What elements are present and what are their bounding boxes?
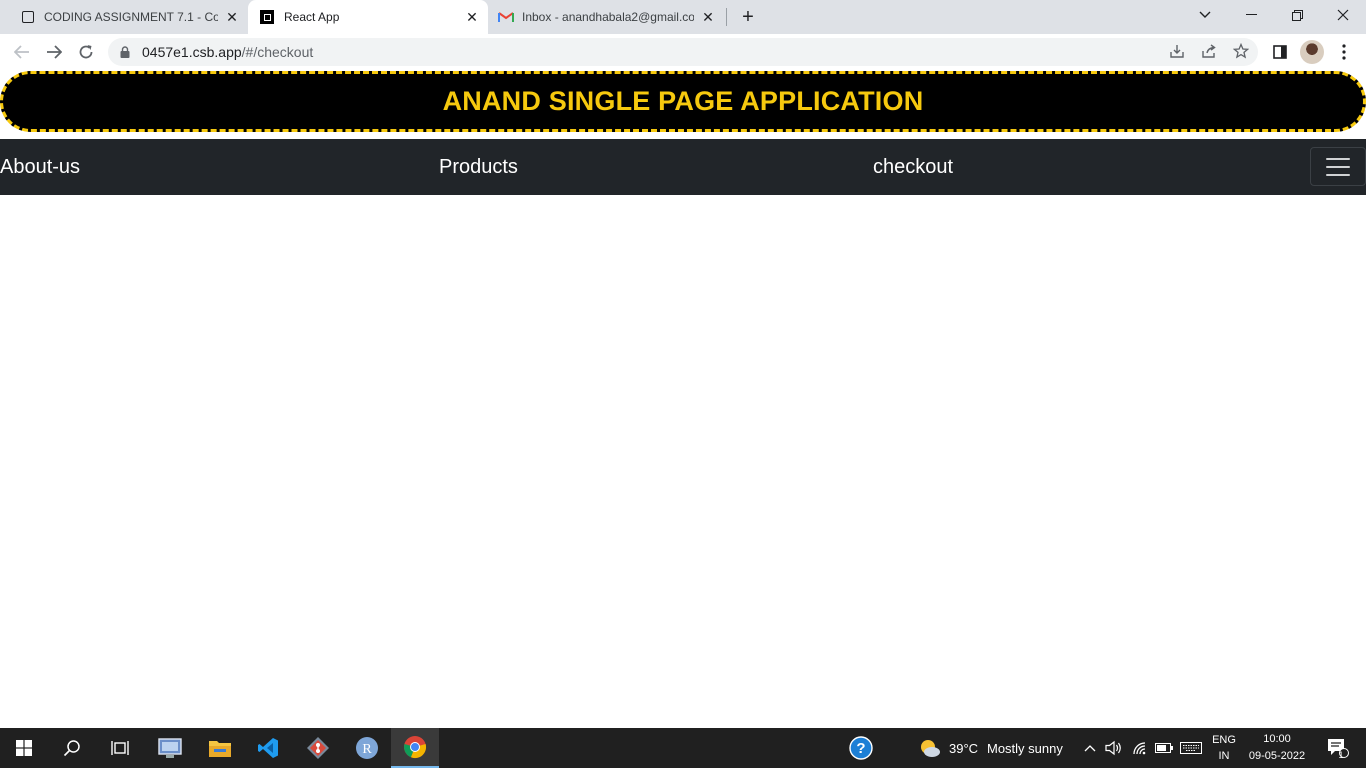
gmail-icon xyxy=(498,12,514,22)
weather-text[interactable]: Mostly sunny xyxy=(987,741,1063,756)
svg-text:R: R xyxy=(362,742,372,757)
back-icon[interactable] xyxy=(8,38,36,66)
volume-icon[interactable] xyxy=(1101,728,1127,768)
tab-search-icon[interactable] xyxy=(1182,0,1228,30)
bookmark-star-icon[interactable] xyxy=(1232,42,1250,60)
browser-toolbar: 0457e1.csb.app/#/checkout xyxy=(0,34,1366,70)
weather-sunny-icon[interactable] xyxy=(906,728,954,768)
close-window-icon[interactable] xyxy=(1320,0,1366,30)
wifi-icon[interactable] xyxy=(1127,728,1153,768)
main-navbar: About-us Products checkout xyxy=(0,139,1366,195)
page-title: ANAND SINGLE PAGE APPLICATION xyxy=(442,86,924,116)
reload-icon[interactable] xyxy=(72,38,100,66)
restore-icon[interactable] xyxy=(1274,0,1320,30)
notification-count: 1 xyxy=(1338,750,1344,760)
file-explorer-icon[interactable] xyxy=(196,728,244,768)
weather-temp[interactable]: 39°C xyxy=(949,741,978,756)
side-panel-icon[interactable] xyxy=(1266,38,1294,66)
tab-strip: CODING ASSIGNMENT 7.1 - CodeSandbox ✕ Re… xyxy=(0,0,1366,34)
git-icon[interactable] xyxy=(294,728,342,768)
hamburger-line xyxy=(1326,173,1350,176)
language-eng[interactable]: ENG xyxy=(1207,733,1241,748)
windows-start-icon[interactable] xyxy=(0,728,48,768)
address-bar[interactable]: 0457e1.csb.app/#/checkout xyxy=(108,38,1258,66)
clock-time[interactable]: 10:00 xyxy=(1244,732,1310,747)
url-text[interactable]: 0457e1.csb.app/#/checkout xyxy=(142,44,313,60)
svg-text:?: ? xyxy=(856,740,865,757)
tab-title: CODING ASSIGNMENT 7.1 - CodeSandbox xyxy=(44,10,218,24)
tab-react-app[interactable]: React App ✕ xyxy=(248,0,488,34)
clock-date[interactable]: 09-05-2022 xyxy=(1244,749,1310,764)
navbar-toggler-button[interactable] xyxy=(1310,147,1366,186)
url-path: /#/checkout xyxy=(241,44,314,60)
codesandbox-favicon-icon xyxy=(22,11,34,23)
tab-title: React App xyxy=(284,10,340,24)
chevron-up-icon[interactable] xyxy=(1076,728,1104,768)
new-tab-button[interactable]: + xyxy=(737,6,759,28)
task-view-icon[interactable] xyxy=(96,728,144,768)
close-tab-icon[interactable]: ✕ xyxy=(700,9,716,25)
chrome-icon[interactable] xyxy=(391,728,439,768)
tab-separator xyxy=(726,8,727,26)
browser-menu-icon[interactable] xyxy=(1330,38,1358,66)
hamburger-line xyxy=(1326,165,1350,168)
taskbar: R ? 39°C Mostly sunny ENG IN 10:00 09-05… xyxy=(0,728,1366,768)
tab-gmail[interactable]: Inbox - anandhabala2@gmail.com ✕ xyxy=(490,0,722,34)
battery-icon[interactable] xyxy=(1151,728,1177,768)
language-in[interactable]: IN xyxy=(1207,749,1241,764)
nav-link-about-us[interactable]: About-us xyxy=(0,156,80,178)
nav-link-checkout[interactable]: checkout xyxy=(873,156,953,178)
app-header: ANAND SINGLE PAGE APPLICATION xyxy=(0,71,1366,132)
close-tab-icon[interactable]: ✕ xyxy=(224,9,240,25)
react-app-favicon-icon xyxy=(260,10,274,24)
url-domain: 0457e1.csb.app xyxy=(142,44,242,60)
forward-icon[interactable] xyxy=(40,38,68,66)
close-tab-icon[interactable]: ✕ xyxy=(464,9,480,25)
tab-title: Inbox - anandhabala2@gmail.com xyxy=(522,10,694,24)
vscode-icon[interactable] xyxy=(244,728,292,768)
nav-link-products[interactable]: Products xyxy=(439,156,518,178)
profile-avatar[interactable] xyxy=(1300,40,1324,64)
hamburger-line xyxy=(1326,157,1350,160)
minimize-icon[interactable] xyxy=(1228,0,1274,30)
search-icon[interactable] xyxy=(48,728,96,768)
help-icon[interactable]: ? xyxy=(837,728,885,768)
r-icon[interactable]: R xyxy=(343,728,391,768)
install-app-icon[interactable] xyxy=(1168,42,1186,60)
touch-keyboard-icon[interactable] xyxy=(1176,728,1206,768)
lock-icon[interactable] xyxy=(120,46,130,58)
share-icon[interactable] xyxy=(1200,42,1218,60)
tab-codesandbox[interactable]: CODING ASSIGNMENT 7.1 - CodeSandbox ✕ xyxy=(12,0,246,34)
remote-desktop-icon[interactable] xyxy=(146,728,194,768)
